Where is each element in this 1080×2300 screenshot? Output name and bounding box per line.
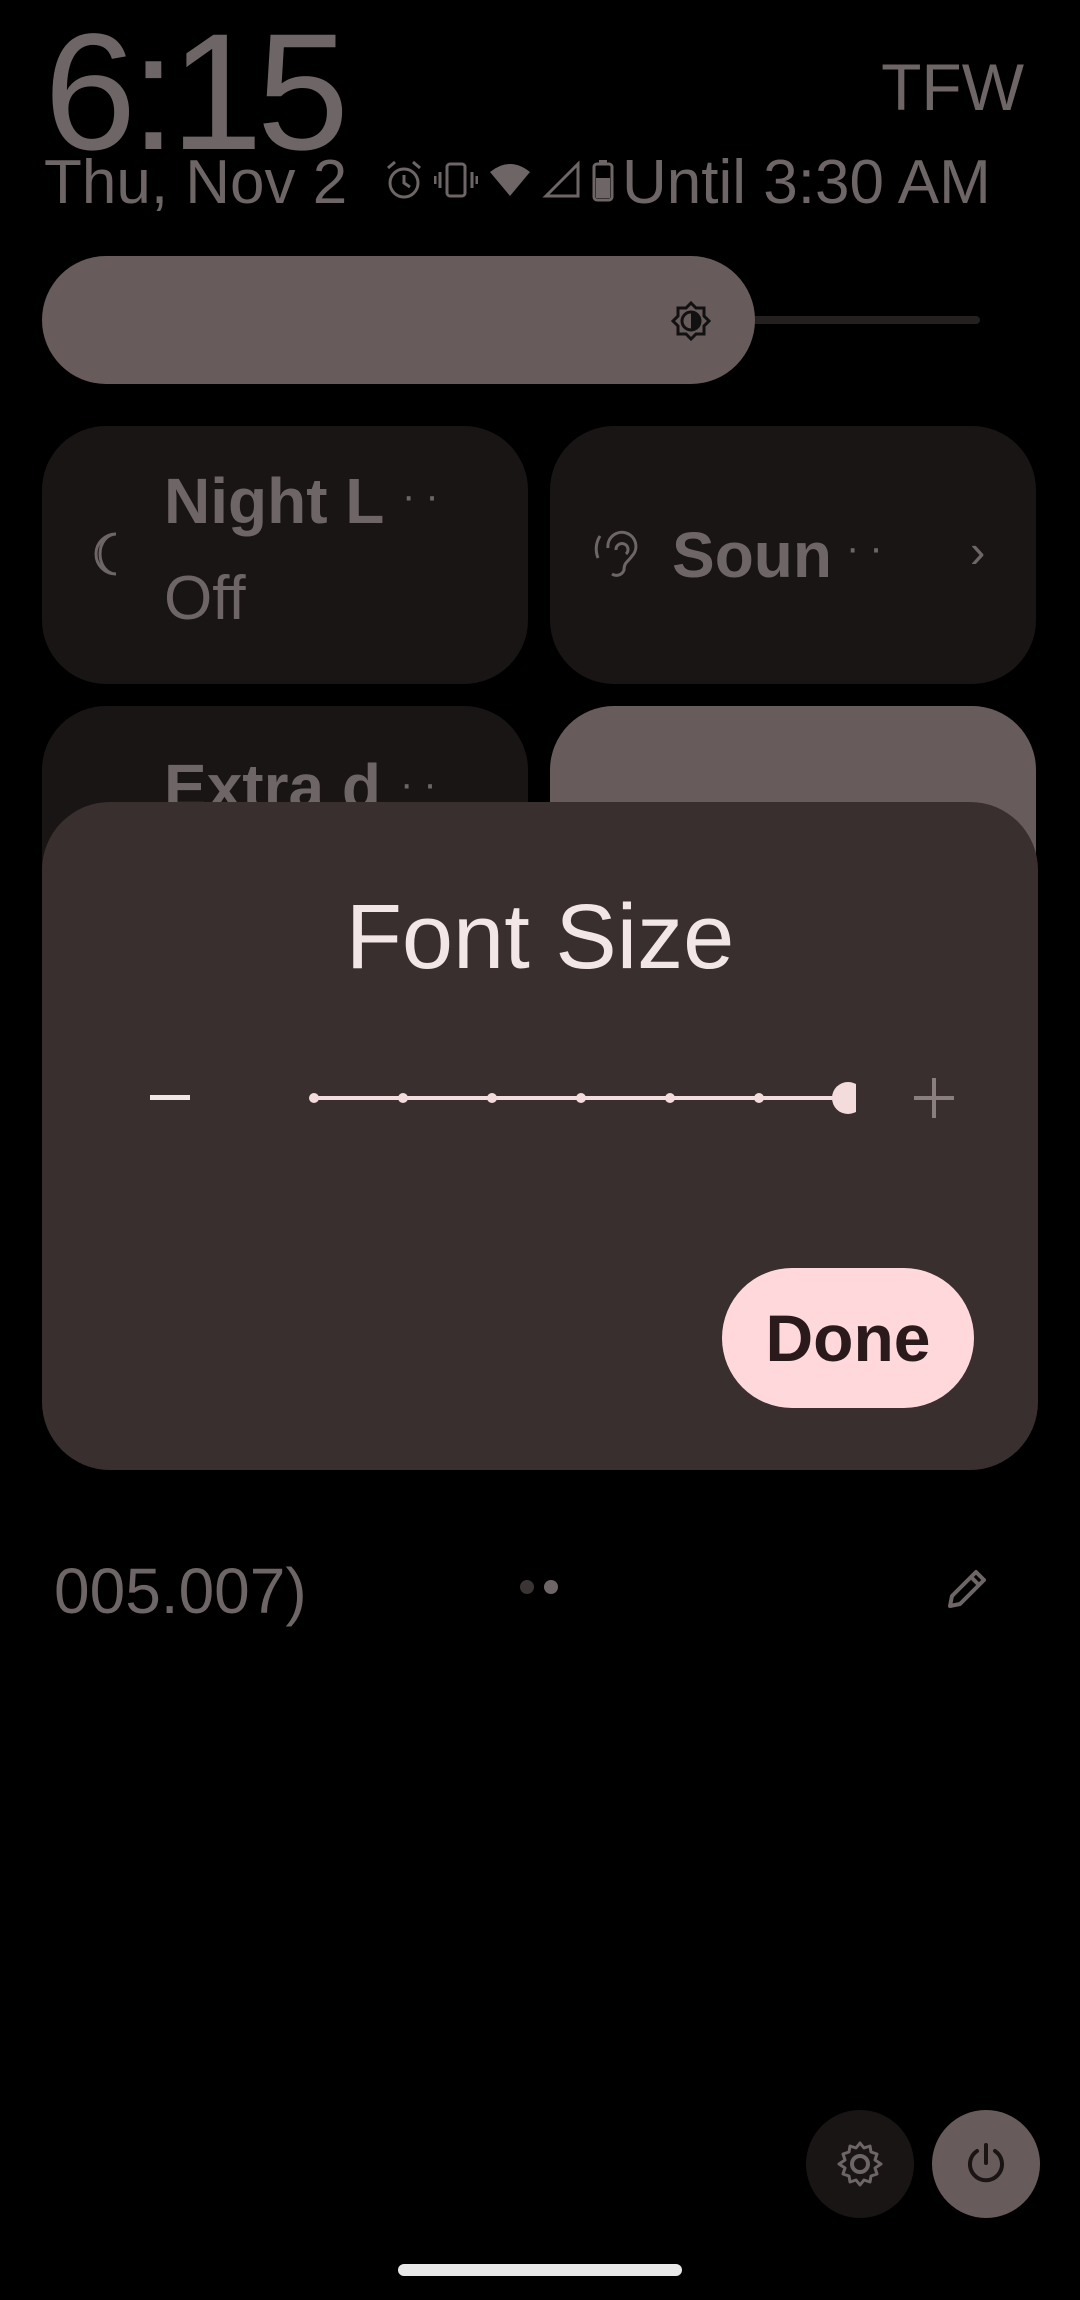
settings-button[interactable] bbox=[806, 2110, 914, 2218]
decrease-font-button[interactable] bbox=[142, 1058, 222, 1138]
slider-tick bbox=[398, 1093, 408, 1103]
tile-sound-amplifier[interactable]: Soun ·· › bbox=[550, 426, 1036, 684]
carrier-name: TFW bbox=[881, 50, 1024, 124]
page-indicator bbox=[520, 1580, 558, 1594]
slider-tick bbox=[309, 1093, 319, 1103]
slider-tick bbox=[754, 1093, 764, 1103]
page-dot bbox=[520, 1580, 534, 1594]
tile-night-light[interactable]: Night L ·· Off bbox=[42, 426, 528, 684]
brightness-slider-fill[interactable] bbox=[42, 256, 755, 384]
alarm-icon bbox=[384, 158, 424, 202]
pencil-icon[interactable] bbox=[940, 1562, 994, 1621]
slider-thumb[interactable] bbox=[832, 1082, 856, 1114]
slider-tick bbox=[487, 1093, 497, 1103]
brightness-icon bbox=[670, 300, 712, 347]
slider-tick bbox=[665, 1093, 675, 1103]
gear-icon bbox=[837, 2141, 883, 2187]
font-size-dialog: Font Size Done bbox=[42, 802, 1038, 1470]
minus-icon bbox=[150, 1095, 190, 1100]
status-icons bbox=[384, 158, 614, 202]
build-number[interactable]: 005.007) bbox=[54, 1556, 307, 1626]
slider-tick bbox=[576, 1093, 586, 1103]
moon-icon bbox=[86, 530, 126, 583]
tile-state: Off bbox=[164, 564, 246, 633]
tile-label: Soun bbox=[672, 519, 832, 591]
date[interactable]: Thu, Nov 2 bbox=[44, 148, 347, 218]
power-icon bbox=[968, 2143, 1004, 2183]
page-dot-active bbox=[544, 1580, 558, 1594]
tile-label: Night L bbox=[164, 465, 385, 537]
signal-icon bbox=[542, 160, 582, 200]
wifi-icon bbox=[488, 160, 532, 200]
truncation-dots: ·· bbox=[402, 474, 449, 518]
hearing-icon bbox=[594, 528, 640, 585]
vibrate-icon bbox=[434, 158, 478, 202]
chevron-right-icon: › bbox=[970, 525, 986, 577]
font-size-slider[interactable] bbox=[270, 1046, 856, 1150]
gesture-navigation-bar[interactable] bbox=[398, 2264, 682, 2276]
power-button[interactable] bbox=[932, 2110, 1040, 2218]
quick-settings-screen: 6:15 TFW Thu, Nov 2 Until 3:30 AM Night … bbox=[0, 0, 1080, 2300]
battery-estimate: Until 3:30 AM bbox=[622, 148, 991, 217]
battery-icon bbox=[592, 158, 614, 202]
dialog-title: Font Size bbox=[345, 886, 735, 988]
truncation-dots: ·· bbox=[846, 526, 893, 570]
plus-icon bbox=[914, 1078, 954, 1118]
truncation-dots: ·· bbox=[400, 762, 447, 806]
increase-font-button[interactable] bbox=[888, 1058, 968, 1138]
done-button[interactable]: Done bbox=[722, 1268, 974, 1408]
